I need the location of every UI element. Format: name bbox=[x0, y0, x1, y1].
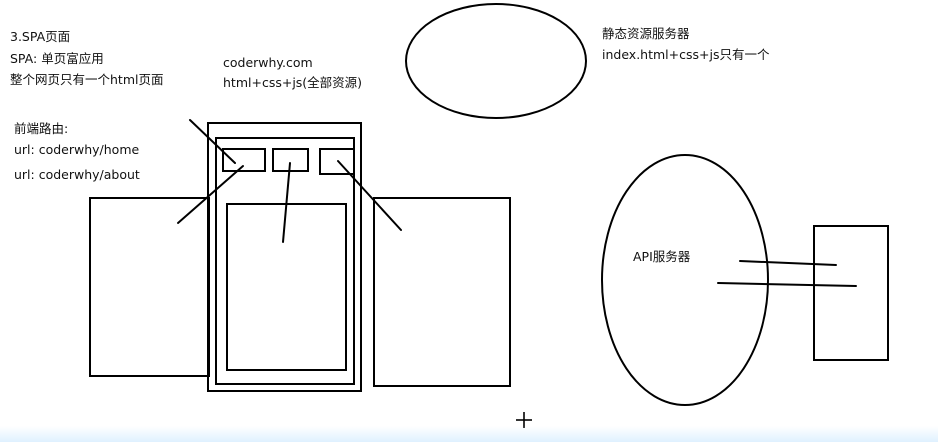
route-about: url: coderwhy/about bbox=[14, 167, 140, 182]
bottom-tint bbox=[0, 426, 938, 442]
right-page-box bbox=[373, 197, 511, 387]
static-server-ellipse bbox=[405, 3, 587, 119]
site-url: coderwhy.com bbox=[223, 55, 313, 70]
nav-link-box-3 bbox=[319, 148, 355, 175]
diagram-canvas: 3.SPA页面 SPA: 单页富应用 整个网页只有一个html页面 前端路由: … bbox=[0, 0, 938, 442]
api-connector-line-1 bbox=[739, 260, 837, 266]
router-title: 前端路由: bbox=[14, 121, 69, 136]
connector-line-top-left bbox=[189, 119, 236, 164]
connector-line-home bbox=[177, 165, 244, 224]
nav-link-box-1 bbox=[222, 148, 266, 172]
spa-definition: SPA: 单页富应用 bbox=[10, 51, 104, 66]
connector-line-center bbox=[282, 162, 291, 243]
connector-line-about bbox=[337, 160, 402, 231]
api-server-label: API服务器 bbox=[633, 249, 691, 264]
api-server-ellipse bbox=[601, 154, 769, 406]
api-connector-line-2 bbox=[717, 282, 857, 287]
static-server-title: 静态资源服务器 bbox=[602, 26, 690, 41]
diagram-drawing bbox=[89, 3, 889, 428]
content-area-box bbox=[226, 203, 347, 371]
spa-description: 整个网页只有一个html页面 bbox=[10, 72, 164, 87]
static-server-desc: index.html+css+js只有一个 bbox=[602, 47, 770, 62]
backend-box bbox=[813, 225, 889, 361]
site-assets: html+css+js(全部资源) bbox=[223, 75, 363, 90]
route-home: url: coderwhy/home bbox=[14, 142, 140, 157]
spa-title: 3.SPA页面 bbox=[10, 29, 71, 44]
browser-outer-frame bbox=[207, 122, 362, 392]
left-page-box bbox=[89, 197, 210, 377]
